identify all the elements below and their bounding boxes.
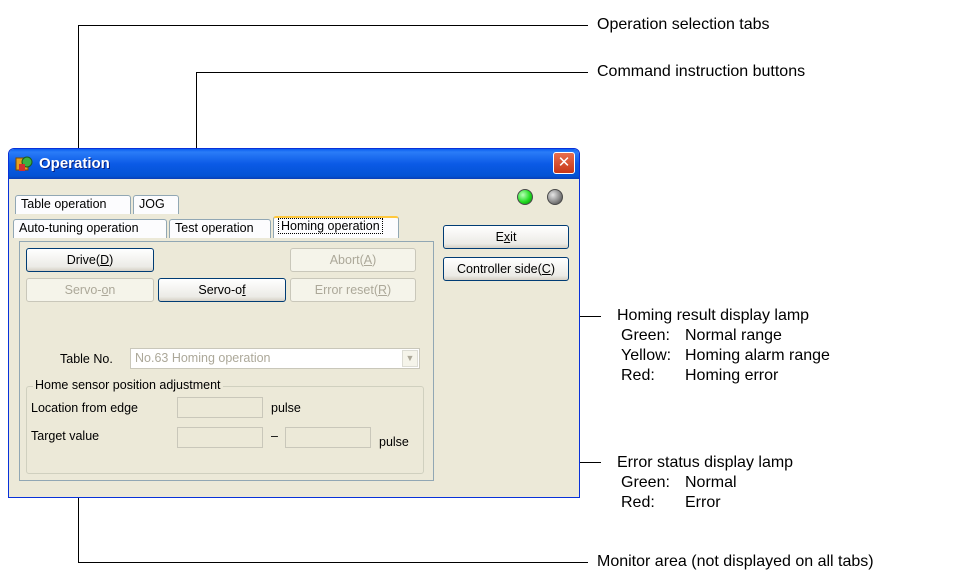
- group-title: Home sensor position adjustment: [33, 378, 223, 392]
- legend-row: Red: Error: [617, 493, 793, 513]
- legend-key: Green:: [621, 327, 670, 344]
- callout-error-title: Error status display lamp: [617, 454, 794, 471]
- tab-jog[interactable]: JOG: [133, 195, 179, 214]
- target-value-max-field[interactable]: [285, 427, 371, 448]
- servo-on-button[interactable]: Servo-on: [26, 278, 154, 302]
- drive-button-key: D: [100, 253, 110, 267]
- controller-side-button[interactable]: Controller side(C): [443, 257, 569, 281]
- abort-button[interactable]: Abort(A): [290, 248, 416, 272]
- controller-side-label: Controller side(: [457, 262, 542, 276]
- controller-side-key: C: [541, 262, 551, 276]
- legend-value: Normal: [685, 474, 737, 491]
- close-icon: ✕: [557, 154, 571, 171]
- error-reset-end: ): [387, 283, 392, 297]
- tab-label: Auto-tuning operation: [19, 221, 139, 235]
- location-unit: pulse: [271, 401, 301, 415]
- legend-key: Green:: [621, 474, 670, 491]
- legend-row: Green: Normal range: [617, 326, 830, 346]
- home-sensor-adjustment-group: Home sensor position adjustment Location…: [26, 378, 424, 474]
- error-status-lamp: [517, 189, 533, 205]
- callout-line-tabs-h: [78, 25, 588, 26]
- legend-value: Error: [685, 494, 721, 511]
- drive-button-label: Drive(: [66, 253, 101, 267]
- error-reset-label: Error reset(: [314, 283, 378, 297]
- title-bar[interactable]: Operation ✕: [9, 149, 579, 179]
- servo-off-button[interactable]: Servo-of: [158, 278, 286, 302]
- drive-button[interactable]: Drive(D): [26, 248, 154, 272]
- legend-value: Homing error: [685, 367, 779, 384]
- legend-key: Red:: [621, 494, 655, 511]
- callout-line-monitor-h: [78, 562, 588, 563]
- tab-auto-tuning-operation[interactable]: Auto-tuning operation: [13, 219, 167, 238]
- servo-on-end: n: [108, 283, 116, 297]
- tab-test-operation[interactable]: Test operation: [169, 219, 271, 238]
- legend-row: Red: Homing error: [617, 366, 830, 386]
- callout-commands: Command instruction buttons: [597, 63, 806, 80]
- tab-label: Test operation: [175, 221, 254, 235]
- homing-operation-panel: Drive(D) Abort(A) Servo-on Servo-of Erro…: [19, 241, 434, 481]
- window-title: Operation: [39, 155, 110, 172]
- chevron-down-icon[interactable]: ▼: [402, 350, 418, 367]
- tab-label: JOG: [139, 197, 165, 211]
- table-no-value: No.63 Homing operation: [135, 351, 271, 365]
- callout-line-commands-h: [196, 72, 588, 73]
- drive-button-end: ): [109, 253, 114, 267]
- location-from-edge-field[interactable]: [177, 397, 263, 418]
- callout-homing-lamp: Homing result display lamp Green: Normal…: [617, 306, 830, 386]
- callout-tabs: Operation selection tabs: [597, 16, 770, 33]
- close-button[interactable]: ✕: [553, 152, 575, 174]
- abort-button-key: A: [363, 253, 373, 267]
- callout-monitor: Monitor area (not displayed on all tabs): [597, 553, 874, 570]
- tab-label: Table operation: [21, 197, 107, 211]
- table-no-label: Table No.: [60, 352, 113, 366]
- operation-window: Operation ✕ Table operation JOG Auto-tun…: [8, 148, 580, 498]
- callout-error-lamp: Error status display lamp Green: Normal …: [617, 453, 793, 513]
- servo-off-label: Servo-o: [198, 283, 243, 297]
- exit-button[interactable]: Exit: [443, 225, 569, 249]
- callout-homing-title: Homing result display lamp: [617, 307, 810, 324]
- controller-side-end: ): [550, 262, 555, 276]
- servo-on-label: Servo-: [64, 283, 102, 297]
- abort-button-end: ): [372, 253, 377, 267]
- target-value-separator: –: [271, 429, 278, 443]
- legend-value: Homing alarm range: [685, 347, 830, 364]
- legend-value: Normal range: [685, 327, 782, 344]
- error-reset-button[interactable]: Error reset(R): [290, 278, 416, 302]
- target-value-label: Target value: [31, 429, 100, 443]
- exit-button-end: it: [510, 230, 517, 244]
- tab-label: Homing operation: [278, 218, 383, 234]
- servo-off-key: f: [242, 283, 246, 297]
- exit-button-label: E: [495, 230, 504, 244]
- legend-key: Yellow:: [621, 347, 672, 364]
- legend-row: Green: Normal: [617, 473, 793, 493]
- target-value-min-field[interactable]: [177, 427, 263, 448]
- error-reset-key: R: [378, 283, 388, 297]
- target-value-unit: pulse: [379, 435, 409, 449]
- operation-app-icon: [15, 156, 33, 171]
- abort-button-label: Abort(: [329, 253, 364, 267]
- tab-homing-operation[interactable]: Homing operation: [273, 216, 399, 238]
- table-no-select[interactable]: No.63 Homing operation ▼: [130, 348, 420, 369]
- homing-result-lamp: [547, 189, 563, 205]
- legend-key: Red:: [621, 367, 655, 384]
- legend-row: Yellow: Homing alarm range: [617, 346, 830, 366]
- tab-table-operation[interactable]: Table operation: [15, 195, 131, 214]
- location-from-edge-label: Location from edge: [31, 401, 139, 415]
